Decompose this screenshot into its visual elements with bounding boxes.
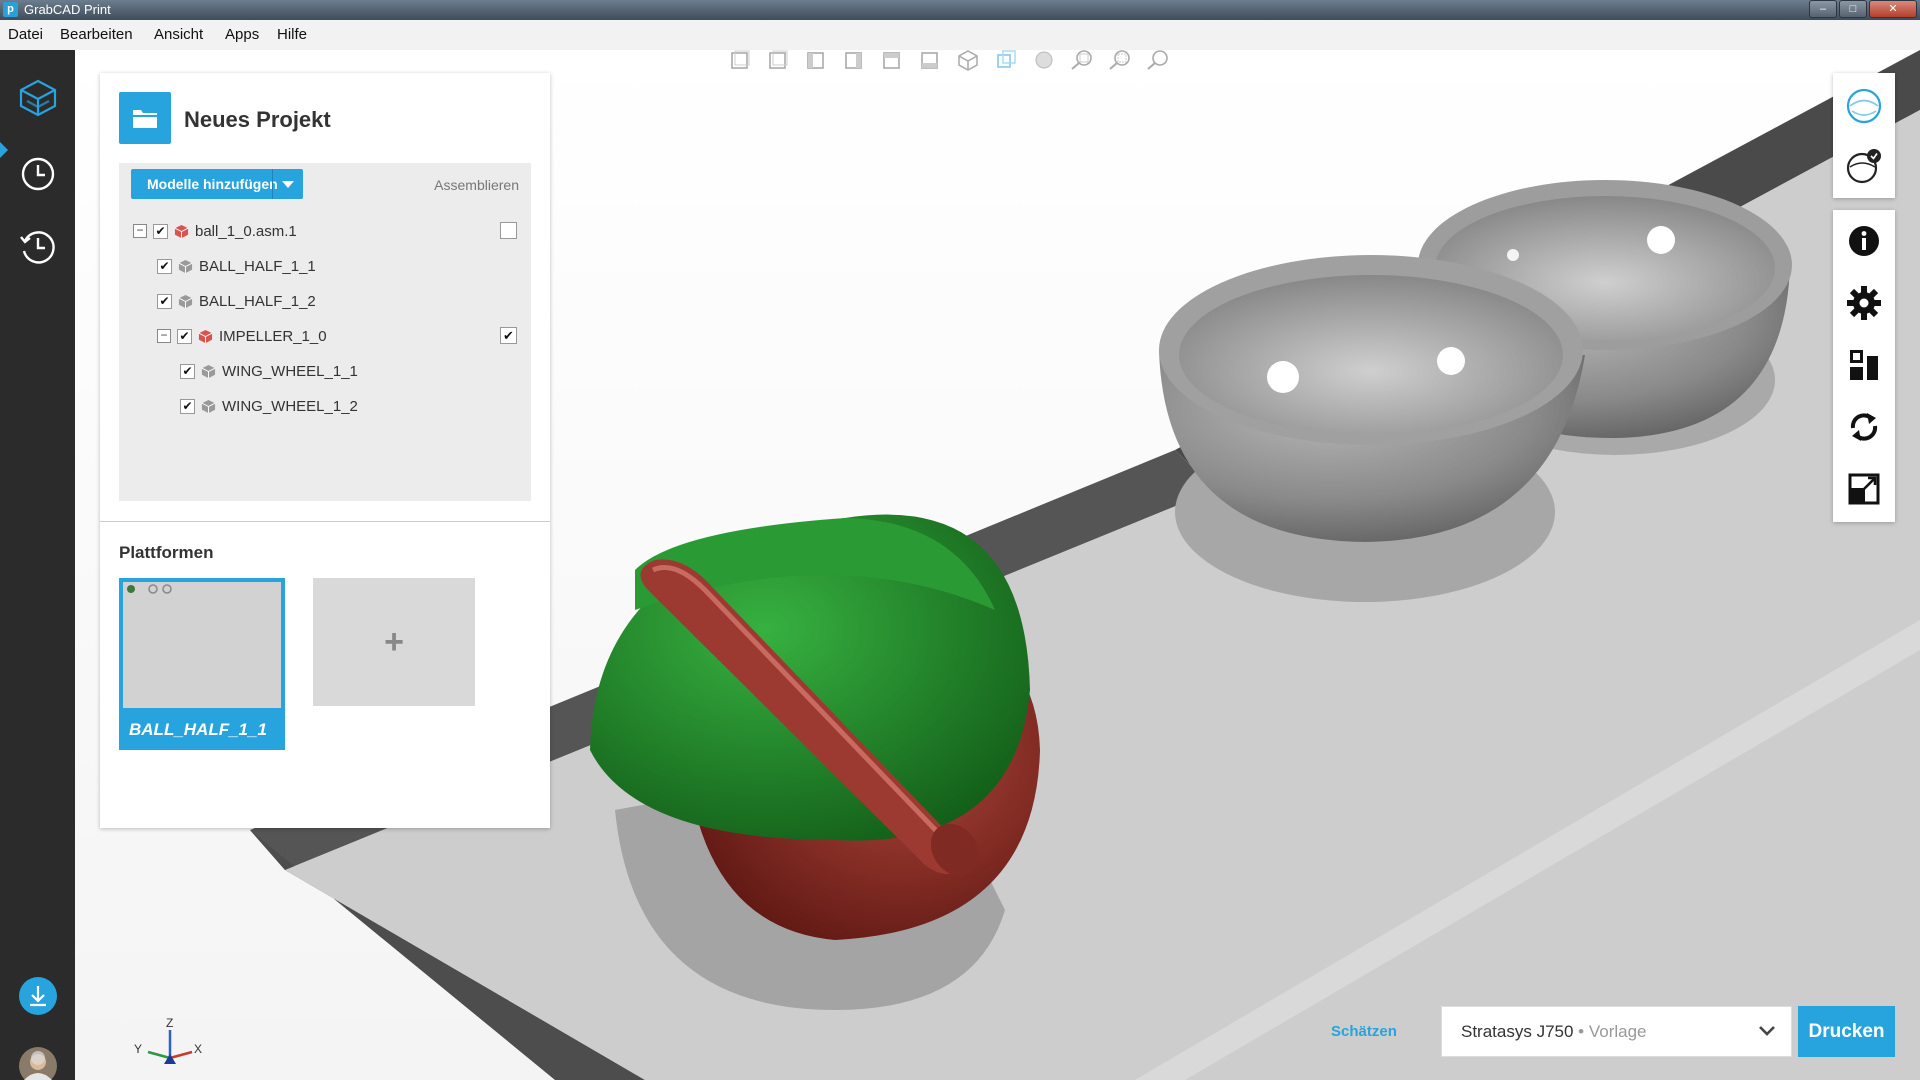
tree-label: WING_WHEEL_1_1	[222, 362, 358, 380]
zoom-icon[interactable]	[1143, 48, 1173, 72]
collapse-toggle[interactable]: −	[133, 224, 147, 238]
view-bottom-icon[interactable]	[915, 48, 945, 72]
tree-label: IMPELLER_1_0	[219, 327, 327, 345]
tree-row[interactable]: − ✔ IMPELLER_1_0	[157, 324, 327, 348]
printer-select[interactable]: Stratasys J750 • Vorlage	[1441, 1006, 1792, 1057]
title-bar: p GrabCAD Print – □ ✕	[0, 0, 1920, 20]
view-right-icon[interactable]	[839, 48, 869, 72]
menu-datei[interactable]: Datei	[8, 26, 43, 43]
axis-y-label: Y	[134, 1042, 143, 1056]
view-top-icon[interactable]	[877, 48, 907, 72]
platform-parts-icon	[127, 584, 172, 594]
clock-icon[interactable]	[0, 144, 75, 204]
menu-ansicht[interactable]: Ansicht	[154, 26, 203, 43]
tree-checkbox[interactable]: ✔	[153, 223, 168, 239]
tree-row[interactable]: ✔ WING_WHEEL_1_2	[180, 394, 358, 418]
tree-label: ball_1_0.asm.1	[195, 222, 297, 240]
platform-label: BALL_HALF_1_1	[129, 720, 267, 739]
rotate-icon[interactable]	[1833, 397, 1895, 457]
printer-select-value: Stratasys J750 • Vorlage	[1461, 1022, 1647, 1042]
part-icon	[201, 364, 216, 378]
zoom-fit-icon[interactable]	[1067, 48, 1097, 72]
add-models-button[interactable]: Modelle hinzufügen	[131, 169, 303, 199]
view-left-icon[interactable]	[801, 48, 831, 72]
view-iso-icon[interactable]	[953, 48, 983, 72]
tree-label: BALL_HALF_1_2	[199, 292, 316, 310]
tree-row[interactable]: ✔ BALL_HALF_1_1	[157, 254, 316, 278]
settings-icon[interactable]	[1833, 273, 1895, 333]
platform-thumbnail	[123, 582, 281, 708]
menu-hilfe[interactable]: Hilfe	[277, 26, 307, 43]
info-icon[interactable]	[1833, 211, 1895, 271]
axis-z-label: Z	[166, 1016, 174, 1030]
assemble-button[interactable]: Assemblieren	[434, 177, 519, 193]
add-models-label: Modelle hinzufügen	[147, 176, 278, 192]
tree-checkbox[interactable]: ✔	[157, 258, 172, 274]
project-title: Neues Projekt	[184, 107, 331, 132]
printer-template: Vorlage	[1588, 1022, 1647, 1041]
platform-card[interactable]: BALL_HALF_1_1	[119, 578, 285, 750]
menu-apps[interactable]: Apps	[225, 26, 259, 43]
right-toolbar-main	[1833, 210, 1895, 522]
menu-bar: Datei Bearbeiten Ansicht Apps Hilfe	[0, 20, 1920, 50]
view-back-icon[interactable]	[763, 48, 793, 72]
collapse-toggle[interactable]: −	[157, 329, 171, 343]
tree-row[interactable]: − ✔ ball_1_0.asm.1	[133, 219, 297, 243]
scale-icon[interactable]	[1833, 459, 1895, 519]
models-tree-box: Modelle hinzufügen Assemblieren − ✔ ball…	[119, 163, 531, 501]
tree-checkbox[interactable]: ✔	[177, 328, 192, 344]
part-icon	[178, 294, 193, 308]
download-icon[interactable]	[0, 966, 75, 1026]
tree-checkbox[interactable]: ✔	[157, 293, 172, 309]
folder-icon	[119, 92, 171, 144]
part-icon	[201, 399, 216, 413]
project-panel: Neues Projekt Modelle hinzufügen Assembl…	[100, 73, 550, 828]
assembly-icon	[198, 329, 213, 343]
add-platform-button[interactable]: +	[313, 578, 475, 706]
axis-gizmo: Z X Y	[130, 1016, 210, 1076]
estimate-button[interactable]: Schätzen	[1331, 1023, 1397, 1040]
printer-separator: •	[1573, 1022, 1589, 1041]
tree-row[interactable]: ✔ BALL_HALF_1_2	[157, 289, 316, 313]
tree-checkbox[interactable]: ✔	[180, 363, 195, 379]
history-icon[interactable]	[0, 217, 75, 277]
avatar[interactable]	[0, 1036, 75, 1080]
app-icon: p	[3, 2, 18, 17]
tree-label: WING_WHEEL_1_2	[222, 397, 358, 415]
view-front-icon[interactable]	[725, 48, 755, 72]
model-view-icon[interactable]	[1833, 76, 1895, 136]
platforms-title: Plattformen	[119, 543, 214, 562]
add-models-dropdown[interactable]	[272, 169, 303, 199]
tree-label: BALL_HALF_1_1	[199, 257, 316, 275]
close-button[interactable]: ✕	[1869, 0, 1917, 18]
zoom-selection-icon[interactable]	[1105, 48, 1135, 72]
window-title: GrabCAD Print	[24, 2, 111, 17]
print-button[interactable]: Drucken	[1798, 1006, 1895, 1057]
printer-name: Stratasys J750	[1461, 1022, 1574, 1041]
assemble-checkbox[interactable]	[500, 222, 517, 239]
left-rail	[0, 50, 75, 1080]
tray-view-icon[interactable]	[1833, 136, 1895, 196]
caret-down-icon	[282, 180, 294, 188]
assemble-checkbox[interactable]: ✔	[500, 327, 517, 344]
minimize-button[interactable]: –	[1809, 0, 1837, 18]
assembly-icon	[174, 224, 189, 238]
maximize-button[interactable]: □	[1839, 0, 1867, 18]
tree-checkbox[interactable]: ✔	[180, 398, 195, 414]
menu-bearbeiten[interactable]: Bearbeiten	[60, 26, 133, 43]
arrange-icon[interactable]	[1833, 335, 1895, 395]
tree-row[interactable]: ✔ WING_WHEEL_1_1	[180, 359, 358, 383]
view-toolbar	[725, 48, 1173, 72]
cube-icon[interactable]	[0, 68, 75, 128]
axis-x-label: X	[194, 1042, 203, 1056]
part-icon	[178, 259, 193, 273]
right-toolbar-top	[1833, 73, 1895, 198]
chevron-down-icon	[1759, 1026, 1775, 1036]
shading-icon[interactable]	[1029, 48, 1059, 72]
panel-divider	[100, 521, 550, 522]
view-perspective-icon[interactable]	[991, 48, 1021, 72]
